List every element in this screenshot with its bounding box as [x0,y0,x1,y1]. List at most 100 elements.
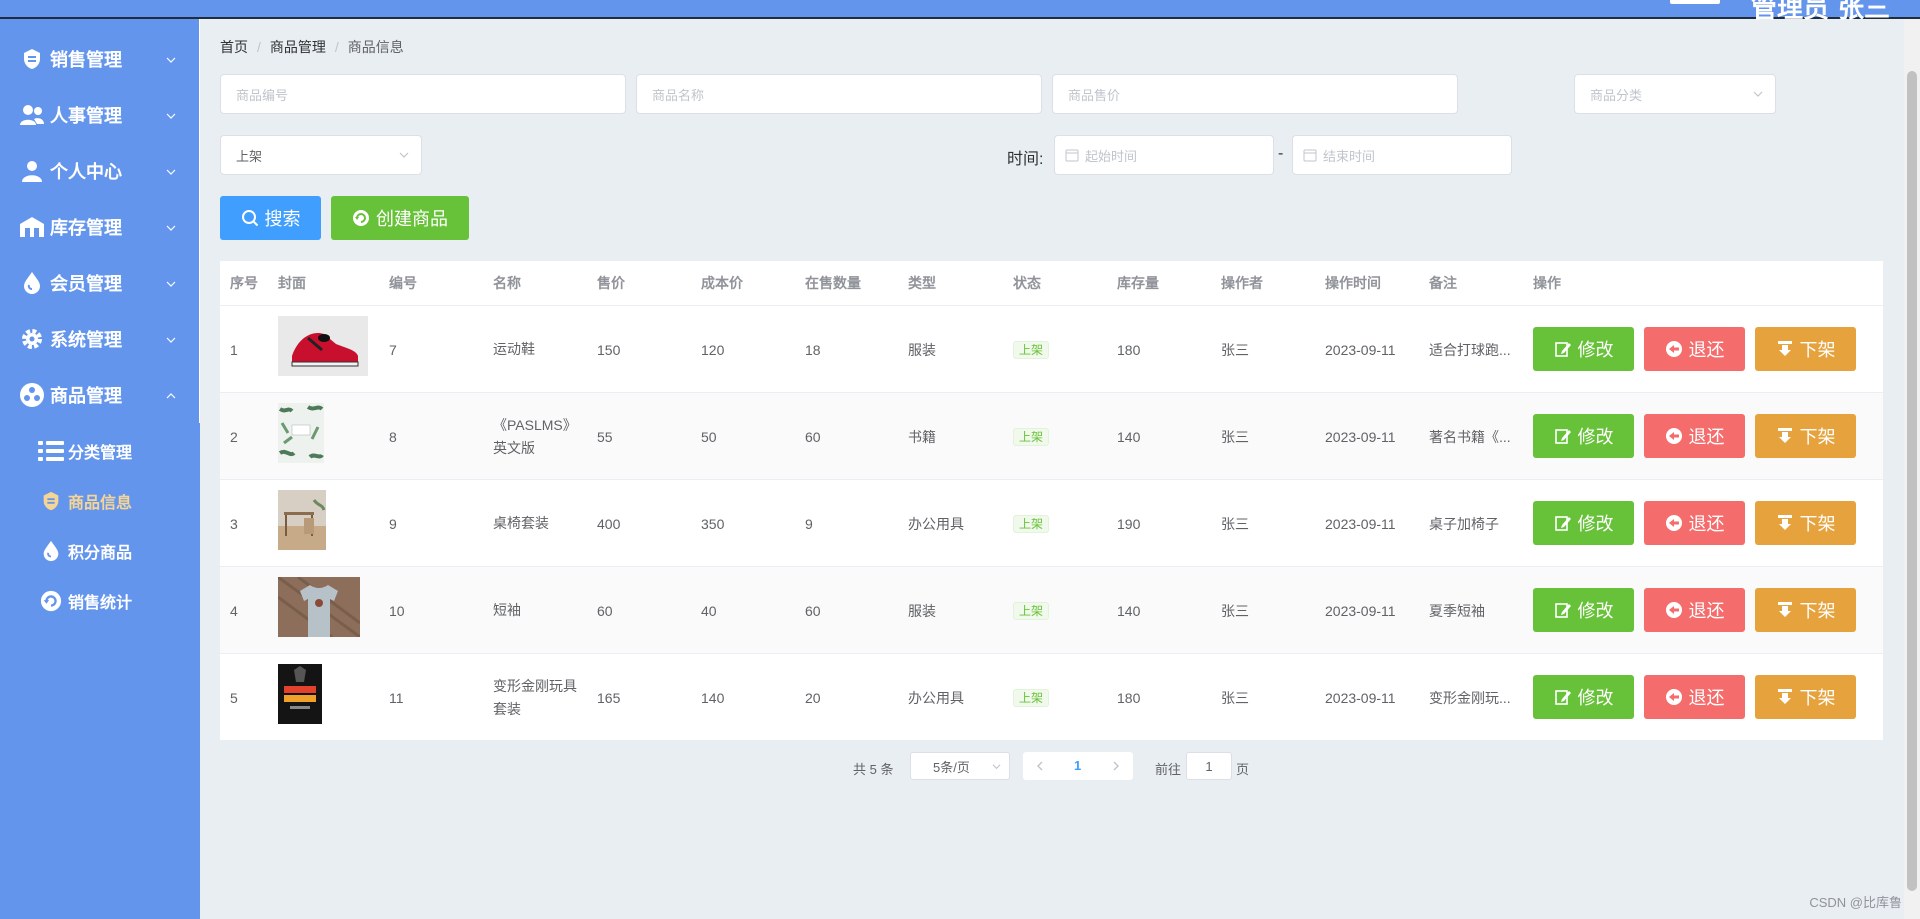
sidebar-item-label: 库存管理 [50,218,122,239]
product-code-input[interactable]: 商品编号 [220,74,626,114]
off-shelf-button[interactable]: 下架 [1755,675,1856,719]
edit-button[interactable]: 修改 [1533,414,1634,458]
column-header: 名称 [493,275,521,291]
end-time-picker[interactable]: 结束时间 [1292,135,1512,175]
off-shelf-button[interactable]: 下架 [1755,414,1856,458]
cell-type: 服装 [908,602,936,619]
sidebar-item-products[interactable]: 商品管理 [0,367,200,423]
sidebar-item-label: 会员管理 [50,274,122,295]
off-shelf-button[interactable]: 下架 [1755,501,1856,545]
product-cover-image [278,664,322,724]
column-header: 成本价 [701,275,743,291]
sidebar-subitem-category[interactable]: 分类管理 [0,426,200,476]
cell-stock: 180 [1117,341,1141,358]
placeholder-text: 结束时间 [1323,148,1376,164]
product-name-input[interactable]: 商品名称 [636,74,1042,114]
sidebar-subitem-points[interactable]: 积分商品 [0,526,200,576]
create-product-button[interactable]: 创建商品 [331,196,469,240]
return-button[interactable]: 退还 [1644,675,1745,719]
status-select[interactable]: 上架 [220,135,422,175]
goto-label: 前往 [1155,762,1182,777]
chevron-down-icon [166,57,176,63]
table-row: 2 8 《PASLMS》 英文版 55 50 60 书籍 上架 140 张三 20… [220,392,1883,479]
user-name[interactable]: 管理员 张三 [1751,0,1890,25]
sidebar-item-profile[interactable]: 个人中心 [0,143,200,199]
current-page[interactable]: 1 [1074,758,1081,773]
button-label: 下架 [1799,514,1836,535]
return-button[interactable]: 退还 [1644,327,1745,371]
column-header: 类型 [908,275,936,291]
cell-name: 变形金刚玩具 套装 [493,654,577,741]
breadcrumb-home[interactable]: 首页 [220,39,248,55]
edit-button[interactable]: 修改 [1533,327,1634,371]
start-time-picker[interactable]: 起始时间 [1054,135,1274,175]
sidebar-item-system[interactable]: 系统管理 [0,311,200,367]
download-icon [1777,341,1792,356]
cell-time: 2023-09-11 [1325,515,1396,532]
cell-operator: 张三 [1221,428,1249,445]
off-shelf-button[interactable]: 下架 [1755,327,1856,371]
sidebar-item-hr[interactable]: 人事管理 [0,87,200,143]
return-button[interactable]: 退还 [1644,588,1745,632]
cell-note: 著名书籍《... [1429,428,1511,445]
cell-index: 3 [230,515,238,532]
status-badge: 上架 [1013,428,1050,446]
back-arrow-icon [1665,515,1682,531]
column-header: 售价 [597,275,625,291]
edit-icon [1554,516,1571,531]
chevron-down-icon [166,337,176,343]
column-header: 库存量 [1117,275,1159,291]
avatar[interactable] [1670,0,1720,4]
name-line: 《PASLMS》 [493,416,577,433]
return-button[interactable]: 退还 [1644,414,1745,458]
table-row: 1 7 运动鞋 150 120 18 服装 上架 180 张三 2023-09-… [220,305,1883,392]
cell-price: 165 [597,689,621,706]
name-line: 短袖 [493,602,521,618]
download-icon [1777,428,1792,443]
off-shelf-button[interactable]: 下架 [1755,588,1856,632]
name-line: 套装 [493,700,521,717]
chevron-left-icon[interactable] [1035,761,1045,771]
chevron-down-icon [1753,91,1763,97]
return-button[interactable]: 退还 [1644,501,1745,545]
scrollbar-thumb[interactable] [1907,71,1917,891]
breadcrumb-products[interactable]: 商品管理 [270,39,326,55]
cell-name: 短袖 [493,567,521,654]
edit-button[interactable]: 修改 [1533,675,1634,719]
pager: 1 [1023,752,1133,780]
edit-icon [1554,690,1571,705]
sidebar-item-members[interactable]: 会员管理 [0,255,200,311]
edit-icon [1554,342,1571,357]
cell-cost: 120 [701,341,725,358]
name-line: 运动鞋 [493,341,535,357]
page-size-select[interactable]: 5条/页 [910,752,1010,780]
cell-cost: 40 [701,602,717,619]
cell-name: 桌椅套装 [493,480,549,567]
product-price-input[interactable]: 商品售价 [1052,74,1458,114]
sidebar-subitem-label: 销售统计 [68,593,133,612]
edit-button[interactable]: 修改 [1533,501,1634,545]
cell-code: 7 [389,341,397,358]
sidebar-item-label: 商品管理 [50,386,122,407]
status-badge: 上架 [1013,602,1050,620]
page-label: 页 [1236,762,1250,777]
sidebar-item-sales[interactable]: 销售管理 [0,31,200,87]
cell-time: 2023-09-11 [1325,689,1396,706]
sidebar-subitem-stats[interactable]: 销售统计 [0,576,200,626]
chevron-right-icon[interactable] [1111,761,1121,771]
button-label: 下架 [1799,601,1836,622]
cell-operator: 张三 [1221,515,1249,532]
goto-page-input[interactable]: 1 [1186,752,1232,780]
sidebar-subitem-product-info[interactable]: 商品信息 [0,476,200,526]
cell-stock: 140 [1117,602,1141,619]
search-button[interactable]: 搜索 [220,196,321,240]
sidebar-item-inventory[interactable]: 库存管理 [0,199,200,255]
column-header: 操作 [1533,275,1561,291]
refresh-icon [38,588,64,614]
name-line: 变形金刚玩具 [493,677,577,694]
placeholder-text: 起始时间 [1085,148,1138,164]
category-select[interactable]: 商品分类 [1574,74,1776,114]
download-icon [1777,602,1792,617]
edit-button[interactable]: 修改 [1533,588,1634,632]
page-scrollbar[interactable] [1904,19,1920,919]
